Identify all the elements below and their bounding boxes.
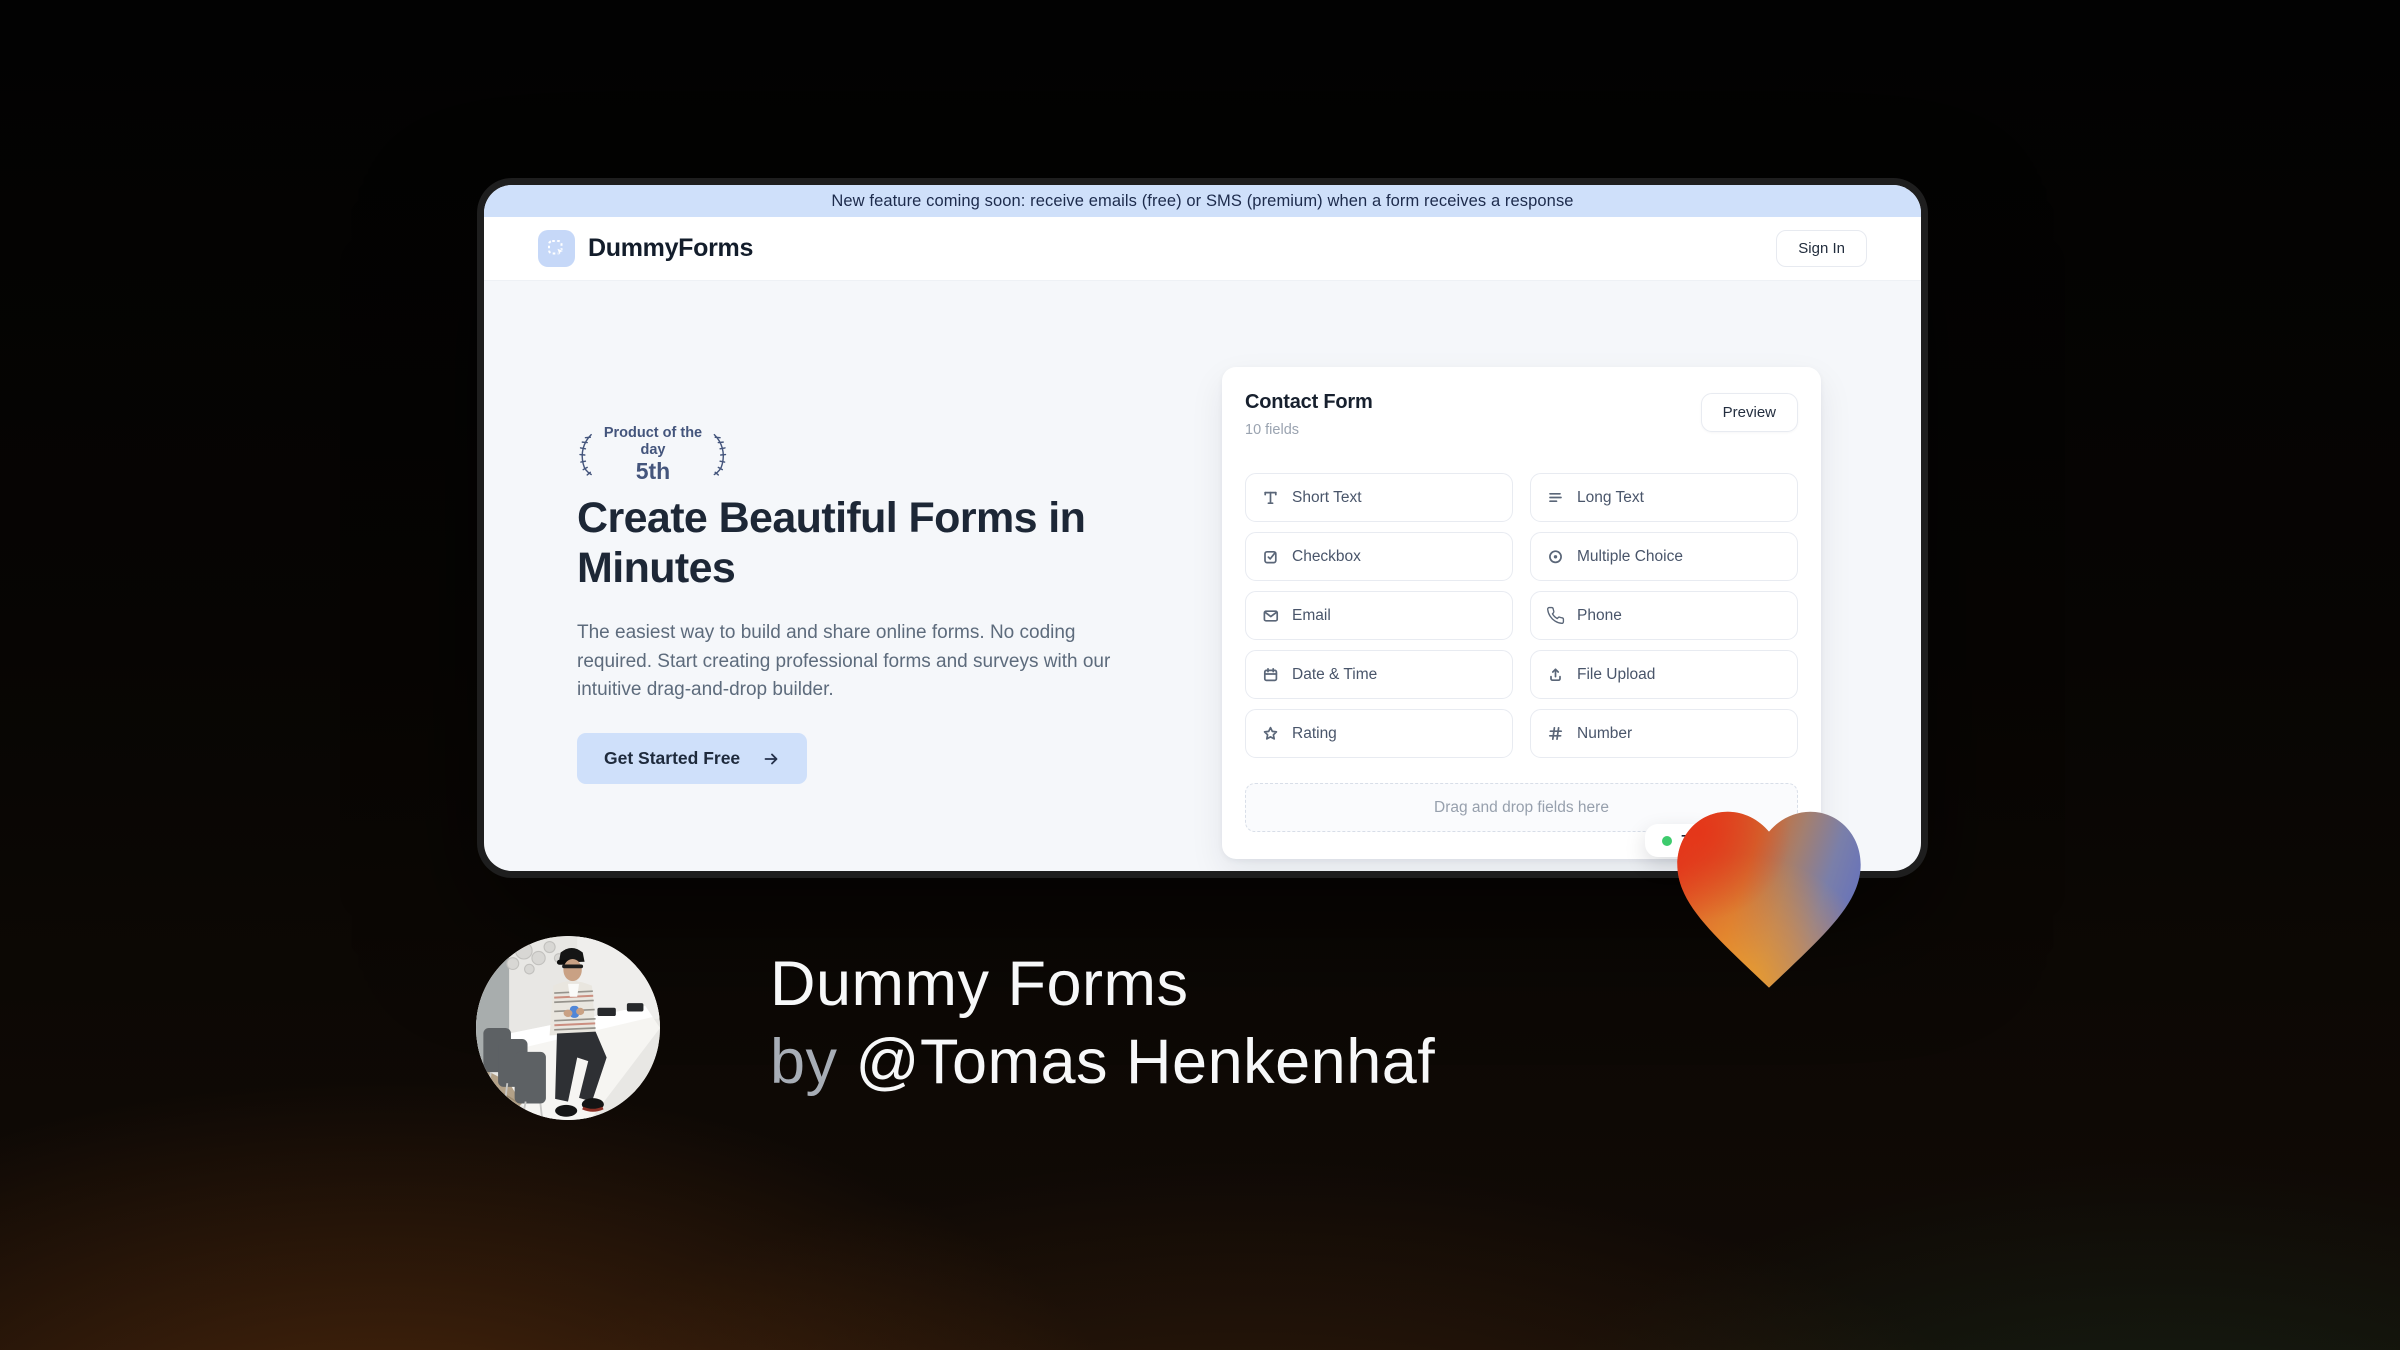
brand-name: DummyForms	[588, 234, 754, 262]
field-type-rating[interactable]: Rating	[1245, 709, 1513, 758]
heart-icon	[1677, 811, 1861, 988]
field-type-label: Short Text	[1292, 488, 1362, 506]
field-type-label: Date & Time	[1292, 665, 1378, 683]
sign-in-button[interactable]: Sign In	[1776, 230, 1867, 267]
award-text: Product of the day 5th	[597, 425, 710, 485]
field-type-multiple-choice[interactable]: Multiple Choice	[1530, 532, 1798, 581]
field-type-long-text[interactable]: Long Text	[1530, 473, 1798, 522]
field-type-label: Email	[1292, 606, 1331, 624]
calendar-icon	[1263, 667, 1278, 682]
hash-icon	[1548, 726, 1563, 741]
field-type-label: Long Text	[1577, 488, 1644, 506]
field-type-label: Phone	[1577, 606, 1622, 624]
radio-icon	[1549, 550, 1562, 564]
creator-byline: Dummy Forms by @Tomas Henkenhaf	[770, 945, 1435, 1101]
upload-icon	[1550, 668, 1561, 682]
field-type-label: Checkbox	[1292, 547, 1361, 565]
dropzone-label: Drag and drop fields here	[1434, 798, 1609, 816]
field-type-file-upload[interactable]: File Upload	[1530, 650, 1798, 699]
field-type-short-text[interactable]: Short Text	[1245, 473, 1513, 522]
star-icon	[1263, 726, 1278, 740]
app-header: DummyForms Sign In	[484, 217, 1921, 281]
get-started-button[interactable]: Get Started Free	[577, 733, 808, 784]
laurel-right-icon	[714, 433, 727, 476]
browser-window: New feature coming soon: receive emails …	[484, 185, 1921, 871]
get-started-label: Get Started Free	[604, 748, 741, 768]
product-of-the-day-badge: Product of the day 5th	[577, 425, 729, 485]
field-type-label: File Upload	[1577, 665, 1656, 683]
field-type-checkbox[interactable]: Checkbox	[1245, 532, 1513, 581]
laurel-left-icon	[579, 433, 592, 476]
field-type-label: Number	[1577, 724, 1633, 742]
field-type-number[interactable]: Number	[1530, 709, 1798, 758]
phone-icon	[1547, 606, 1565, 625]
checkbox-icon	[1264, 550, 1277, 564]
hero-heading: Create Beautiful Forms in Minutes	[577, 494, 1086, 593]
field-type-grid: Short Text Long Text Checkbox Multiple C…	[1245, 473, 1798, 758]
announcement-banner: New feature coming soon: receive emails …	[484, 185, 1921, 217]
field-type-phone[interactable]: Phone	[1530, 591, 1798, 640]
form-card-header: Contact Form 10 fields Preview	[1245, 391, 1798, 449]
award-rank: 5th	[635, 458, 671, 485]
product-name-text: Dummy Forms	[770, 949, 1189, 1019]
creator-handle: @Tomas Henkenhaf	[855, 1027, 1436, 1098]
announcement-text: New feature coming soon: receive emails …	[831, 191, 1574, 210]
form-cursor-icon	[548, 240, 565, 257]
award-title: Product of the day	[603, 425, 703, 458]
creator-avatar	[476, 936, 660, 1120]
promo-background: New feature coming soon: receive emails …	[0, 0, 2400, 1350]
creator-handle-line: by @Tomas Henkenhaf	[770, 1023, 1435, 1101]
field-type-date-time[interactable]: Date & Time	[1245, 650, 1513, 699]
preview-button[interactable]: Preview	[1700, 393, 1798, 432]
mail-icon	[1263, 610, 1279, 622]
hero-description: The easiest way to build and share onlin…	[577, 622, 1111, 700]
field-type-label: Multiple Choice	[1577, 547, 1683, 565]
byline-prefix: by	[770, 1027, 856, 1098]
arrow-right-icon	[764, 753, 778, 764]
field-type-label: Rating	[1292, 724, 1337, 742]
creator-avatar-photo	[476, 936, 660, 1120]
field-type-email[interactable]: Email	[1245, 591, 1513, 640]
type-icon	[1264, 491, 1277, 505]
app-logo[interactable]	[538, 230, 575, 267]
align-left-icon	[1549, 492, 1562, 503]
